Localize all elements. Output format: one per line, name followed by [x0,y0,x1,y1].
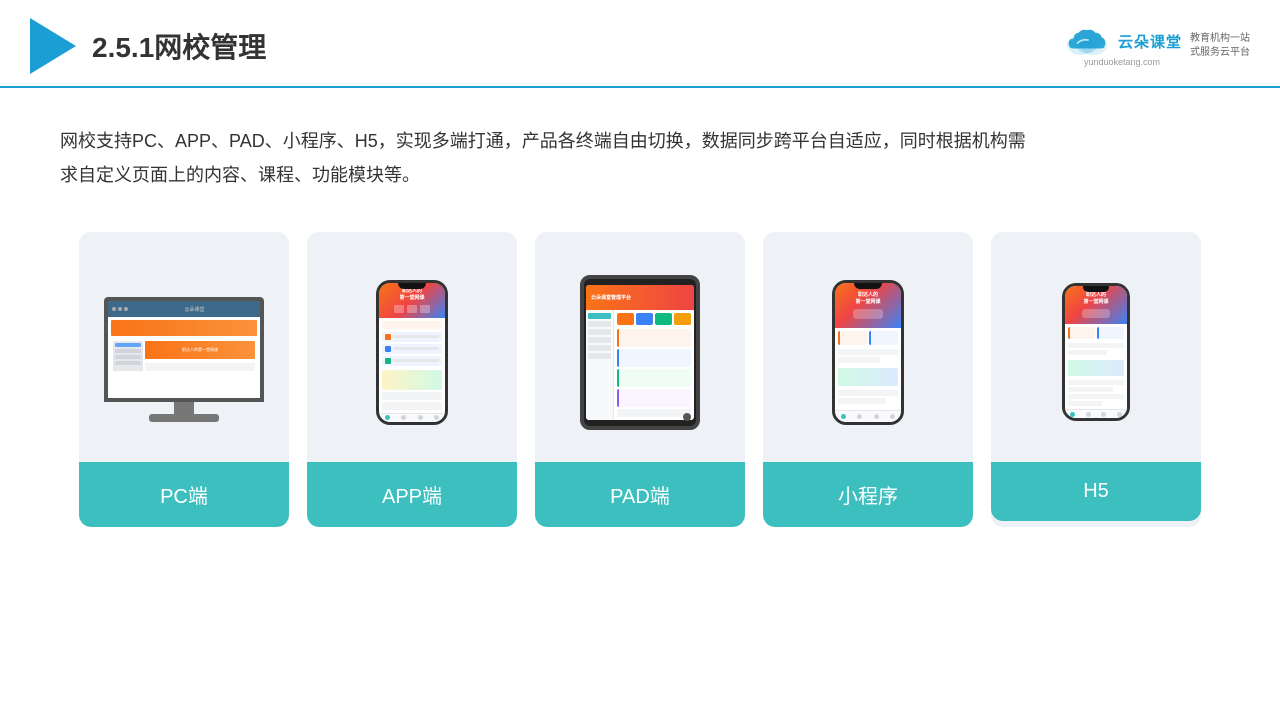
pad-tablet-icon: 云朵课堂管理平台 [580,275,700,430]
cloud-icon-wrap: 云朵课堂 [1062,25,1182,57]
card-miniprogram-image: 职达人的第一堂网课 [763,232,973,462]
card-pc-image: 云朵课堂 [79,232,289,462]
header-left: 2.5.1网校管理 [30,18,266,74]
card-h5: 职达人的第一堂网课 [991,232,1201,527]
brand-url-text: yunduoketang.com [1084,57,1160,67]
app-phone-icon: 职达人的第一堂网课 [376,280,448,425]
card-pc: 云朵课堂 [79,232,289,527]
card-app-label: APP端 [307,462,517,527]
card-app: 职达人的第一堂网课 [307,232,517,527]
miniprogram-phone-icon: 职达人的第一堂网课 [832,280,904,425]
description-text: 网校支持PC、APP、PAD、小程序、H5，实现多端打通，产品各终端自由切换，数… [0,88,1100,212]
page-header: 2.5.1网校管理 云朵课堂 yunduoketang.com 教育机构一站式服… [0,0,1280,88]
brand-logo: 云朵课堂 yunduoketang.com [1062,25,1182,67]
brand-name-text: 云朵课堂 [1118,31,1182,52]
brand-tagline: 教育机构一站式服务云平台 [1190,32,1250,60]
card-app-image: 职达人的第一堂网课 [307,232,517,462]
card-h5-label: H5 [991,462,1201,521]
card-miniprogram-label: 小程序 [763,462,973,527]
header-right: 云朵课堂 yunduoketang.com 教育机构一站式服务云平台 [1062,25,1250,67]
monitor-screen: 云朵课堂 [104,297,264,402]
card-h5-image: 职达人的第一堂网课 [991,232,1201,462]
pc-monitor-icon: 云朵课堂 [104,297,264,422]
h5-phone-icon: 职达人的第一堂网课 [1062,283,1130,421]
card-miniprogram: 职达人的第一堂网课 [763,232,973,527]
card-pad-image: 云朵课堂管理平台 [535,232,745,462]
cloud-icon [1062,25,1112,57]
page-title: 2.5.1网校管理 [92,26,266,66]
card-pad-label: PAD端 [535,462,745,527]
cards-section: 云朵课堂 [0,212,1280,547]
logo-triangle-icon [30,18,76,74]
card-pc-label: PC端 [79,462,289,527]
card-pad: 云朵课堂管理平台 [535,232,745,527]
